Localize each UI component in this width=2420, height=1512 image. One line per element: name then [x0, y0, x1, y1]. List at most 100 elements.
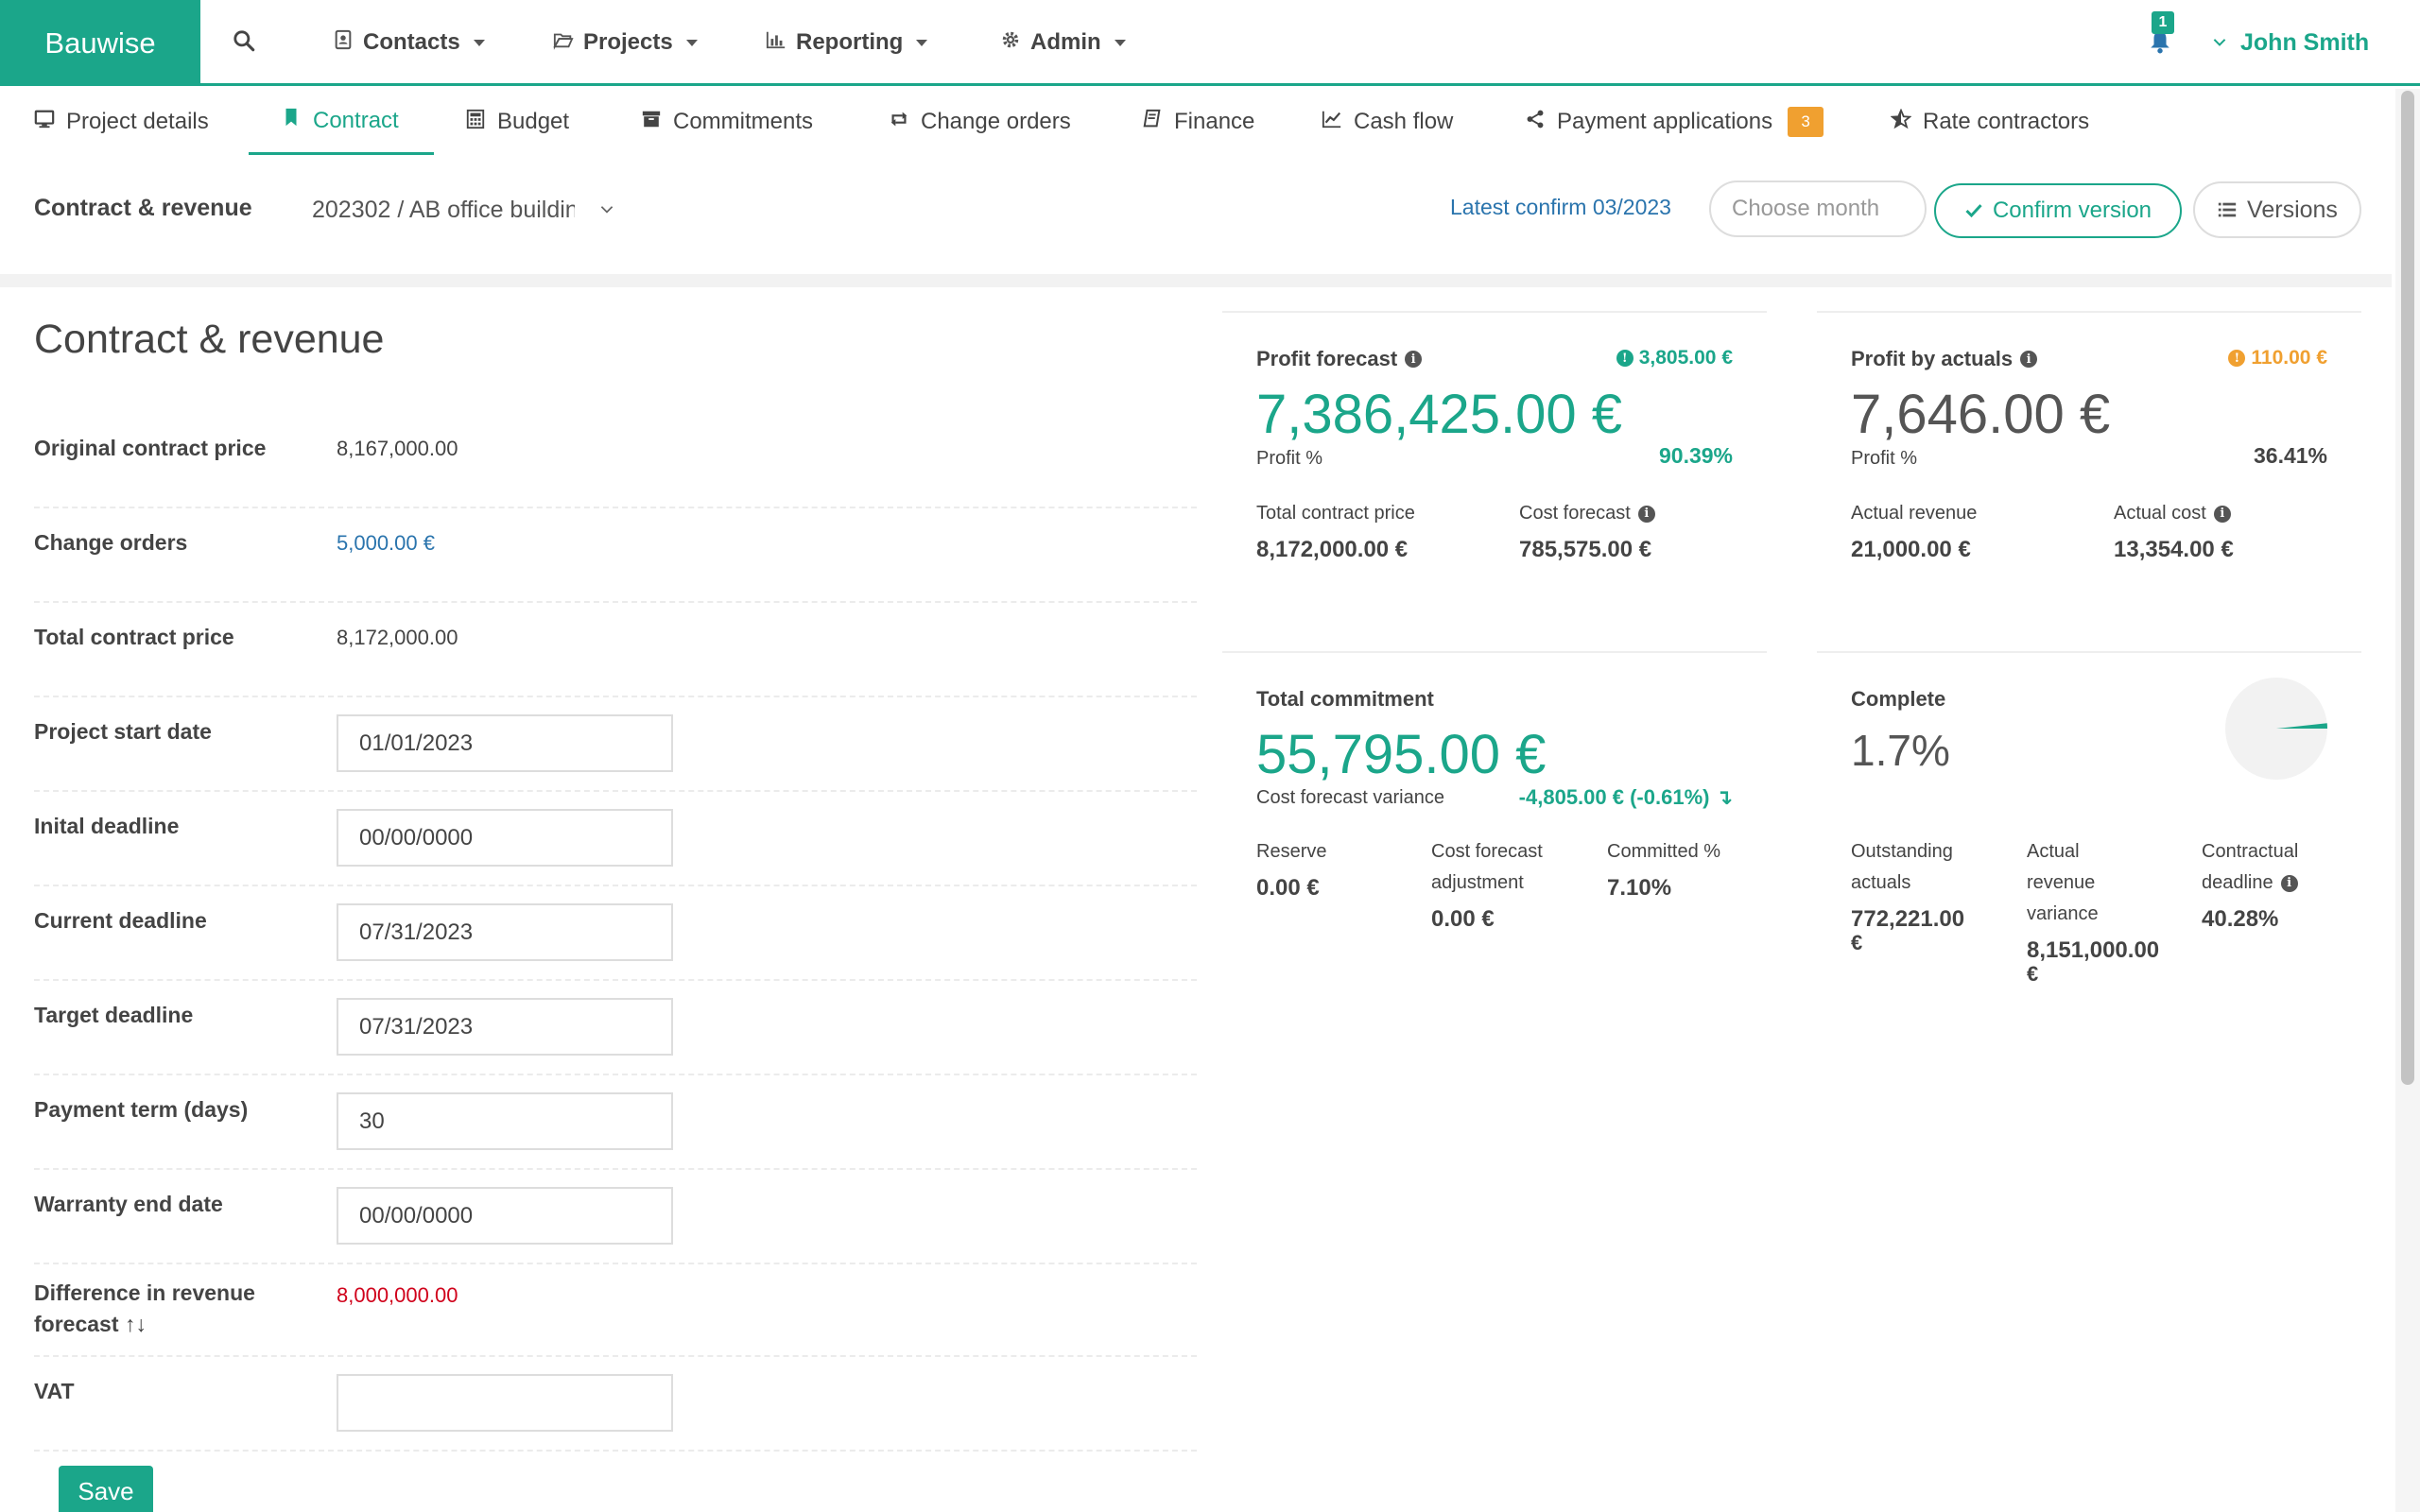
- nav-reporting-label: Reporting: [796, 29, 904, 55]
- warranty-end-date-input[interactable]: [337, 1187, 673, 1245]
- project-select-value: 202302 / AB office building: [312, 196, 575, 223]
- current-deadline-input[interactable]: [337, 903, 673, 961]
- save-button[interactable]: Save: [59, 1466, 153, 1512]
- payment-term-input[interactable]: [337, 1092, 673, 1150]
- subheader-title: Contract & revenue: [34, 195, 252, 221]
- tab-change-orders[interactable]: Change orders: [889, 89, 1071, 155]
- top-navbar: Bauwise Contacts Projects Reporting Admi…: [0, 0, 2420, 86]
- tab-label: Contract: [313, 107, 399, 133]
- actual-revenue-variance-value-1: 8,151,000.00: [2027, 937, 2160, 963]
- tab-finance[interactable]: Finance: [1142, 89, 1254, 155]
- brand-logo[interactable]: Bauwise: [0, 0, 200, 86]
- project-select[interactable]: 202302 / AB office building: [312, 191, 614, 229]
- nav-reporting[interactable]: Reporting: [766, 26, 928, 59]
- form-title: Contract & revenue: [34, 317, 385, 362]
- tab-label: Rate contractors: [1923, 109, 2090, 134]
- versions-label: Versions: [2247, 196, 2338, 223]
- actual-revenue-variance-label-1: Actual: [2027, 841, 2080, 862]
- contacts-book-icon: [333, 29, 354, 57]
- nav-admin[interactable]: Admin: [1000, 26, 1126, 59]
- info-icon[interactable]: i: [2213, 505, 2231, 523]
- profit-pct-value: 90.39%: [1658, 443, 1733, 468]
- actual-revenue-variance-label-2: revenue: [2027, 872, 2096, 893]
- search-icon[interactable]: [232, 28, 260, 57]
- versions-button[interactable]: Versions: [2193, 181, 2361, 238]
- profit-actuals-heading: Profit by actuals i: [1851, 347, 2038, 371]
- vat-input[interactable]: [337, 1374, 673, 1432]
- line-chart-icon: [1322, 109, 1342, 136]
- total-contract-price-value: 8,172,000.00: [337, 626, 458, 649]
- info-icon[interactable]: i: [2020, 351, 2038, 368]
- profit-actuals-delta: ! 110.00 €: [2228, 347, 2327, 369]
- profit-forecast-delta-value: 3,805.00 €: [1638, 347, 1733, 369]
- contractual-deadline-label-1: Contractual: [2202, 841, 2299, 862]
- choose-month-input[interactable]: [1709, 180, 1927, 237]
- payment-applications-badge: 3: [1788, 107, 1824, 137]
- nav-admin-label: Admin: [1030, 29, 1101, 55]
- reserve-value: 0.00 €: [1256, 875, 1320, 901]
- cost-forecast-adjustment-label-1: Cost forecast: [1431, 841, 1543, 862]
- chevron-down-icon: [916, 39, 928, 46]
- tab-rate-contractors[interactable]: Rate contractors: [1890, 89, 2090, 155]
- total-commitment-title: Total commitment: [1256, 687, 1434, 711]
- notification-badge: 1: [2152, 11, 2174, 34]
- nav-contacts[interactable]: Contacts: [333, 26, 485, 59]
- complete-card: Complete 1.7% Outstanding actuals 772,22…: [1817, 653, 2361, 1012]
- info-icon[interactable]: i: [2280, 874, 2298, 892]
- target-deadline-input[interactable]: [337, 998, 673, 1056]
- profit-forecast-value: 7,386,425.00 €: [1256, 384, 1623, 445]
- warranty-end-date-label: Warranty end date: [34, 1192, 223, 1216]
- tab-budget[interactable]: Budget: [465, 89, 569, 155]
- cost-forecast-variance-value: -4,805.00 € (-0.61%) ↴: [1518, 785, 1733, 809]
- calculator-icon: [465, 109, 486, 136]
- project-start-date-label: Project start date: [34, 719, 212, 744]
- tab-payment-applications[interactable]: Payment applications 3: [1525, 89, 1824, 155]
- total-contract-price-label: Total contract price: [34, 625, 234, 649]
- committed-pct-label: Committed %: [1607, 841, 1721, 862]
- scrollbar-thumb[interactable]: [2401, 91, 2414, 1085]
- nav-contacts-label: Contacts: [363, 29, 460, 55]
- complete-title: Complete: [1851, 687, 1946, 711]
- profit-pct-value: 36.41%: [2253, 443, 2327, 468]
- profit-pct-label: Profit %: [1851, 448, 1918, 469]
- cost-forecast-adjustment-label-2: adjustment: [1431, 872, 1524, 893]
- contractual-deadline-label-2: deadline: [2202, 872, 2273, 893]
- tab-project-details[interactable]: Project details: [34, 89, 209, 155]
- tab-cash-flow[interactable]: Cash flow: [1322, 89, 1453, 155]
- complete-pie-chart: [2225, 678, 2327, 780]
- change-orders-label: Change orders: [34, 530, 188, 555]
- latest-confirm-link[interactable]: Latest confirm 03/2023: [1450, 195, 1671, 220]
- project-start-date-input[interactable]: [337, 714, 673, 772]
- change-orders-link[interactable]: 5,000.00 €: [337, 531, 435, 556]
- profit-forecast-title: Profit forecast: [1256, 347, 1398, 370]
- actual-revenue-label: Actual revenue: [1851, 503, 1978, 524]
- outstanding-actuals-value-1: 772,221.00: [1851, 906, 1965, 932]
- alert-icon: !: [2228, 350, 2246, 367]
- cost-forecast-adjustment-value: 0.00 €: [1431, 906, 1495, 932]
- tab-commitments[interactable]: Commitments: [641, 89, 813, 155]
- cost-forecast-heading: Cost forecast i: [1519, 498, 1655, 529]
- info-icon[interactable]: i: [1637, 505, 1655, 523]
- confirm-version-button[interactable]: Confirm version: [1934, 183, 2182, 238]
- difference-revenue-value: 8,000,000.00: [337, 1283, 458, 1307]
- initial-deadline-input[interactable]: [337, 809, 673, 867]
- tab-contract[interactable]: Contract: [249, 89, 434, 155]
- row-target-deadline: Target deadline: [34, 981, 1197, 1075]
- total-commitment-card: Total commitment 55,795.00 € Cost foreca…: [1222, 653, 1767, 1012]
- user-name: John Smith: [2240, 28, 2370, 56]
- info-icon[interactable]: i: [1405, 351, 1423, 368]
- difference-revenue-label: Difference in revenue forecast ↑↓: [34, 1280, 255, 1336]
- actual-revenue-variance-label-3: variance: [2027, 903, 2099, 924]
- profit-forecast-card: Profit forecast i ! 3,805.00 € 7,386,425…: [1222, 311, 1767, 653]
- actual-cost-heading: Actual cost i: [2114, 498, 2231, 529]
- profit-pct-label: Profit %: [1256, 448, 1323, 469]
- outstanding-actuals-label-1: Outstanding: [1851, 841, 1953, 862]
- row-change-orders: Change orders 5,000.00 €: [34, 508, 1197, 603]
- book-icon: [1142, 109, 1163, 136]
- user-menu[interactable]: John Smith: [2212, 26, 2369, 59]
- actual-revenue-variance-value-2: €: [2027, 962, 2039, 986]
- confirm-version-label: Confirm version: [1992, 198, 2152, 223]
- cost-forecast-label: Cost forecast: [1519, 503, 1631, 524]
- nav-projects[interactable]: Projects: [553, 26, 698, 59]
- section-divider: [0, 274, 2392, 287]
